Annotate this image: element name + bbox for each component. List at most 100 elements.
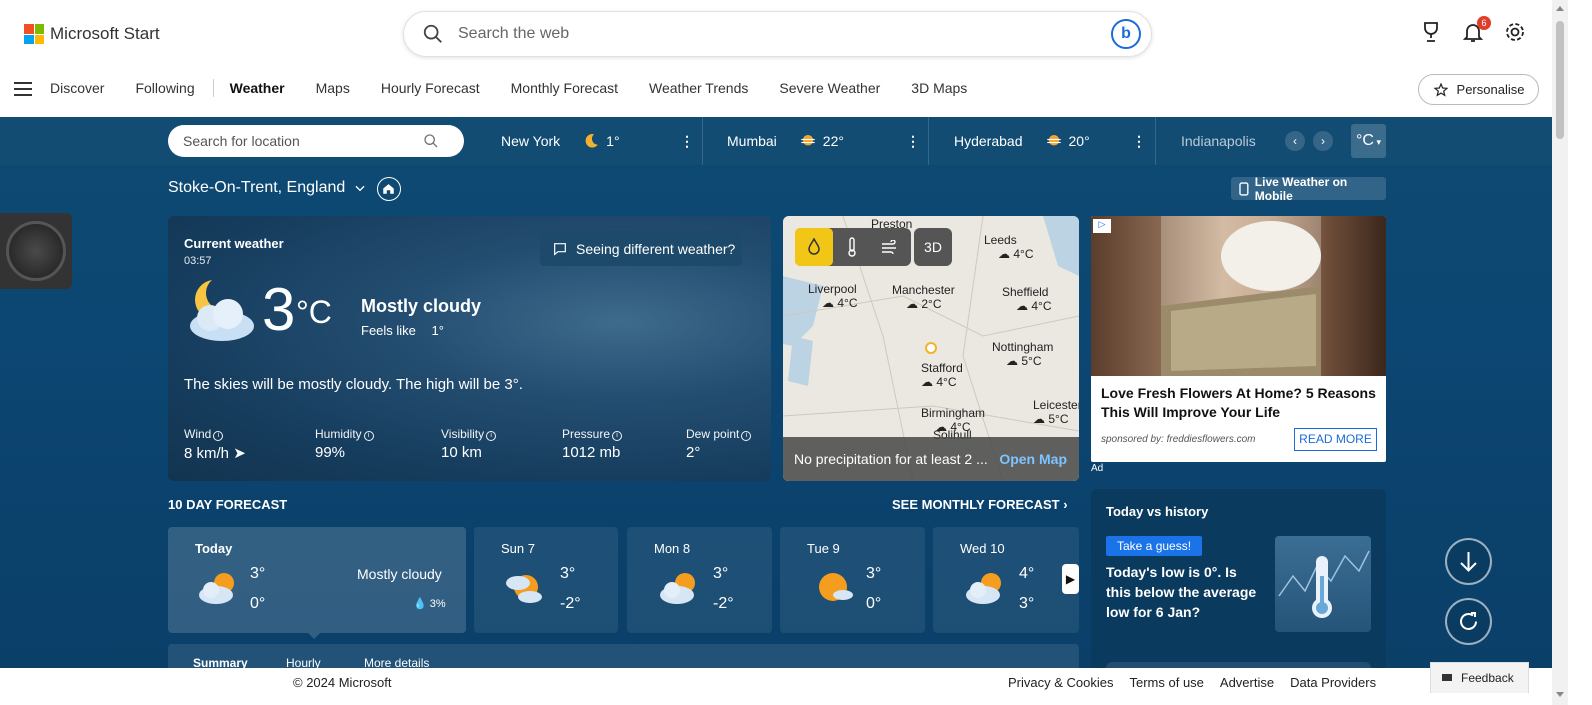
water-drop-icon (808, 238, 820, 255)
tab-more-details[interactable]: More details (364, 656, 429, 668)
notifications-button[interactable]: 6 (1461, 16, 1491, 44)
moon-cloud-icon (190, 280, 254, 341)
metric-pressure[interactable]: Pressure i 1012 mb (562, 427, 623, 461)
location-search-box (168, 125, 464, 157)
seeing-different-weather-label: Seeing different weather? (576, 240, 736, 257)
city-more-options-icon[interactable]: ⋮ (906, 117, 920, 165)
weather-description: The skies will be mostly cloudy. The hig… (184, 376, 523, 393)
chevron-left-icon[interactable]: ‹ (1285, 131, 1305, 151)
nav-item-3d-maps[interactable]: 3D Maps (911, 80, 967, 96)
temperature-layer-button[interactable] (833, 228, 871, 266)
scrollbar-thumb[interactable] (1556, 21, 1564, 139)
water-drop-icon: 💧 (413, 598, 427, 610)
chevron-down-icon (355, 185, 365, 192)
nav-item-weather-trends[interactable]: Weather Trends (649, 80, 748, 96)
city-indianapolis[interactable]: Indianapolis (1181, 117, 1278, 165)
tab-hourly[interactable]: Hourly (286, 656, 321, 668)
haze-sun-icon (801, 135, 815, 146)
forecast-day-mon-8[interactable]: Mon 8 3° -2° (627, 527, 772, 633)
nav-item-maps[interactable]: Maps (316, 80, 350, 96)
ad-title[interactable]: Love Fresh Flowers At Home? 5 Reasons Th… (1101, 384, 1381, 422)
metric-visibility[interactable]: Visibility i 10 km (441, 427, 497, 461)
side-dial-widget[interactable] (0, 213, 72, 289)
scroll-down-arrow-icon[interactable] (1556, 692, 1564, 697)
chevron-right-icon[interactable]: › (1313, 131, 1333, 151)
forecast-day-tue-9[interactable]: Tue 9 3° 0° (780, 527, 925, 633)
main-nav: Discover Following Weather Maps Hourly F… (0, 68, 1560, 116)
location-title[interactable]: Stoke-On-Trent, England (168, 179, 367, 197)
map-3d-button[interactable]: 3D (914, 228, 952, 266)
forecast-day-today[interactable]: Today 3° 0° Mostly cloudy 💧 3% (168, 527, 466, 633)
metric-dew-point[interactable]: Dew point i 2° (686, 427, 752, 461)
wind-layer-button[interactable] (871, 228, 909, 266)
map-place-leeds: Leeds ☁ 4°C (984, 233, 1034, 261)
wind-icon (882, 240, 896, 254)
refresh-button[interactable] (1445, 598, 1492, 645)
home-icon (383, 184, 394, 194)
page-scrollbar[interactable] (1552, 0, 1568, 705)
search-icon (423, 24, 442, 43)
nav-item-severe-weather[interactable]: Severe Weather (779, 80, 880, 96)
today-vs-history-card[interactable]: Today vs history Take a guess! Today's l… (1091, 489, 1386, 668)
open-map-link[interactable]: Open Map (999, 451, 1067, 467)
weather-map-card[interactable]: Preston Leeds ☁ 4°C Liverpool ☁ 4°C Manche… (783, 216, 1079, 481)
search-icon[interactable] (423, 133, 439, 149)
scroll-up-arrow-icon[interactable] (1556, 6, 1564, 11)
top-icons: 6 (1419, 16, 1527, 44)
footer-link-privacy[interactable]: Privacy & Cookies (1008, 675, 1113, 690)
city-hyderabad[interactable]: Hyderabad 20° (954, 117, 1090, 165)
nav-item-hourly-forecast[interactable]: Hourly Forecast (381, 80, 480, 96)
microsoft-start-logo[interactable]: Microsoft Start (24, 24, 160, 44)
metric-value: 99% (315, 444, 346, 461)
metric-value: 10 km (441, 444, 482, 461)
temperature-unit-dropdown[interactable]: °C ▾ (1351, 124, 1386, 158)
thermometer-icon (1278, 550, 1370, 618)
nav-divider (212, 79, 214, 97)
metric-label: Dew point (686, 427, 740, 441)
metric-wind[interactable]: Wind i 8 km/h ➤ (184, 427, 246, 462)
top-bar: Microsoft Start b 6 (0, 0, 1560, 68)
personalise-button[interactable]: Personalise (1418, 74, 1539, 105)
precipitation-layer-button[interactable] (795, 228, 833, 266)
day-high: 3° (560, 565, 576, 582)
see-monthly-forecast-link[interactable]: SEE MONTHLY FORECAST › (892, 497, 1068, 512)
day-condition: Mostly cloudy (357, 566, 442, 582)
take-a-guess-badge[interactable]: Take a guess! (1106, 536, 1203, 556)
forecast-day-wed-10[interactable]: Wed 10 4° 3° (933, 527, 1079, 633)
city-more-options-icon[interactable]: ⋮ (680, 117, 694, 165)
metric-humidity[interactable]: Humidity i 99% (315, 427, 374, 461)
footer-link-terms[interactable]: Terms of use (1129, 675, 1203, 690)
forecast-next-chevron-icon[interactable]: ▶ (1062, 564, 1079, 594)
scroll-down-button[interactable] (1445, 538, 1492, 585)
city-mumbai[interactable]: Mumbai 22° (727, 117, 844, 165)
tab-summary[interactable]: Summary (193, 656, 248, 668)
bing-chat-icon[interactable]: b (1111, 19, 1141, 49)
city-more-options-icon[interactable]: ⋮ (1132, 117, 1146, 165)
feedback-button[interactable]: Feedback (1430, 662, 1529, 693)
web-search-input[interactable] (458, 25, 1058, 43)
city-temp: 1° (606, 133, 620, 149)
settings-gear-icon[interactable] (1503, 20, 1527, 44)
nav-item-monthly-forecast[interactable]: Monthly Forecast (511, 80, 618, 96)
ad-choices-icon[interactable]: ▷ (1093, 219, 1111, 233)
rewards-trophy-icon[interactable] (1419, 20, 1443, 44)
nav-item-following[interactable]: Following (135, 80, 194, 96)
nav-item-weather[interactable]: Weather (230, 80, 285, 96)
footer-links: Privacy & Cookies Terms of use Advertise… (1008, 675, 1376, 690)
location-search-input[interactable] (183, 133, 423, 149)
seeing-different-weather-button[interactable]: Seeing different weather? (540, 231, 742, 266)
logo-text: Microsoft Start (50, 24, 160, 43)
day-low: 0° (866, 595, 882, 612)
menu-hamburger-icon[interactable] (14, 82, 32, 96)
ad-card[interactable]: ▷ Love Fresh Flowers At Home? 5 Reasons … (1091, 216, 1386, 462)
home-location-button[interactable] (377, 177, 401, 201)
metric-label: Pressure (562, 427, 611, 441)
nav-item-discover[interactable]: Discover (50, 80, 104, 96)
footer-link-data-providers[interactable]: Data Providers (1290, 675, 1376, 690)
city-temp: 20° (1068, 133, 1090, 149)
forecast-day-sun-7[interactable]: Sun 7 3° -2° (474, 527, 618, 633)
city-new-york[interactable]: New York 1° (501, 117, 620, 165)
ad-read-more-button[interactable]: READ MORE (1294, 428, 1377, 451)
footer-link-advertise[interactable]: Advertise (1220, 675, 1274, 690)
live-weather-mobile-button[interactable]: Live Weather on Mobile (1231, 175, 1386, 203)
